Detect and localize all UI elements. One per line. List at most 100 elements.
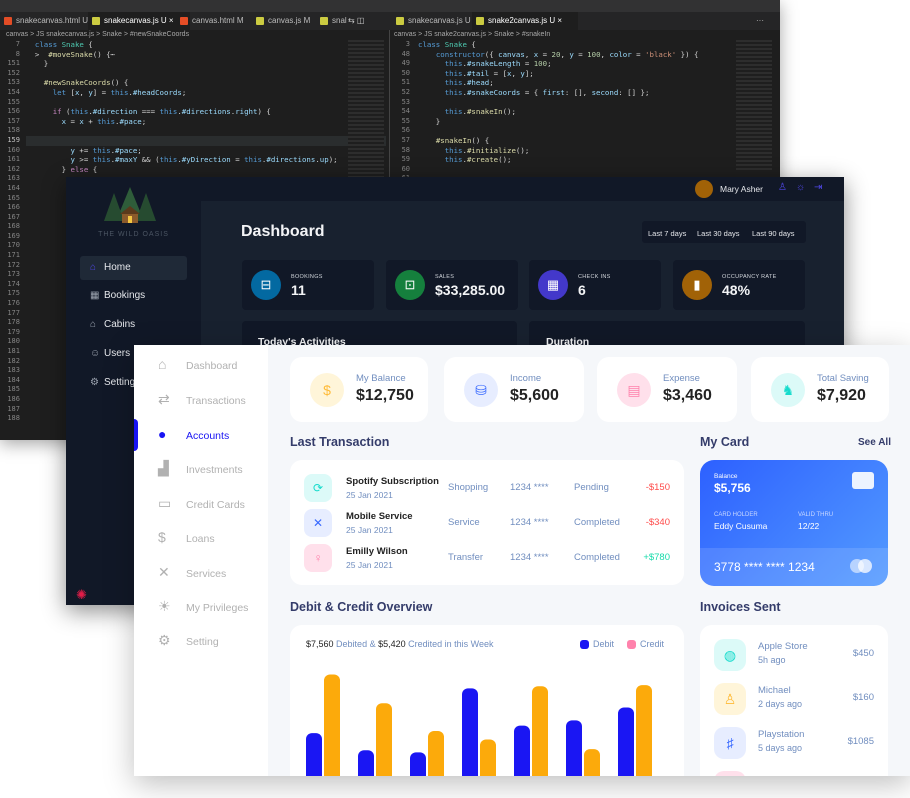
saving-card[interactable]: ♞ Total Saving $7,920 [751,357,889,422]
line-number: 186 [7,394,20,403]
list-item[interactable]: ◍ Apple Store 5h ago $450 [700,635,888,675]
nav-my-privileges[interactable]: ☀ My Privileges [158,596,248,616]
table-row[interactable]: ⟳ Spotify Subscription 25 Jan 2021 Shopp… [290,472,684,504]
right-code-pane[interactable]: class Snake { constructor({ canvas, x = … [418,40,698,165]
stat-sales: ⊡ SALES $33,285.00 [386,260,518,310]
line-number: 52 [401,87,410,96]
debit-bar[interactable] [566,720,582,776]
active-nav-indicator [134,419,138,451]
nav-accounts[interactable]: ● Accounts [158,424,229,444]
editor-tab[interactable]: snakecanvas.js U × [88,12,190,30]
sun-icon[interactable]: ☼ [796,182,805,193]
editor-tab[interactable]: snakecanvas.html U [0,12,100,30]
right-line-numbers: 3484950515253545556575859606162 [392,40,410,194]
current-line-highlight [26,136,386,146]
line-number: 173 [7,270,20,279]
line-number: 171 [7,251,20,260]
wild-oasis-logo [104,187,156,223]
html-file-icon [180,17,188,25]
debit-bar[interactable] [462,688,478,776]
last-transaction-title: Last Transaction [290,435,390,449]
investment-icon: ▟ [158,460,169,476]
line-number: 175 [7,289,20,298]
line-number: 158 [7,126,20,135]
user-name: Mary Asher [720,184,763,194]
dark-nav-cabins[interactable]: ⌂ Cabins [80,313,187,337]
debit-bar[interactable] [514,725,530,776]
nav-credit-cards[interactable]: ▭ Credit Cards [158,493,245,513]
editor-tab[interactable]: canvas.html M [176,12,264,30]
nav-investments[interactable]: ▟ Investments [158,458,243,478]
line-number: 168 [7,222,20,231]
debit-bar[interactable] [358,750,374,776]
stat-bookings: ⊟ BOOKINGS 11 [242,260,374,310]
debit-credit-bar-chart [306,674,652,776]
calendar-icon: ▦ [90,290,100,301]
filter-90-days[interactable]: Last 90 days [752,229,795,238]
nav-dashboard[interactable]: ⌂ Dashboard [158,354,237,374]
filter-7-days[interactable]: Last 7 days [648,229,686,238]
briefcase-icon: ⊟ [251,270,281,300]
credit-bar[interactable] [376,703,392,776]
left-minimap[interactable] [348,40,384,190]
right-breadcrumb[interactable]: canvas > JS snake2canvas.js > Snake > #s… [394,31,550,38]
split-editor-button[interactable]: ⇆ ◫ [346,12,380,30]
invoices-title: Invoices Sent [700,600,781,614]
logout-icon[interactable]: ⇥ [814,182,822,193]
editor-tab[interactable]: snake2canvas.js U × [472,12,578,30]
editor-tab[interactable]: snakecanvas.js U [392,12,484,30]
user-icon[interactable]: ♙ [778,182,787,193]
gear-icon: ⚙ [158,632,171,648]
avatar[interactable] [695,180,713,198]
see-all-link[interactable]: See All [858,437,891,448]
js-file-icon [256,17,264,25]
tools-icon: ✕ [304,509,332,537]
list-item[interactable]: ♯ Playstation 5 days ago $1085 [700,723,888,763]
list-item[interactable]: ♙ Michael 2 days ago $160 [700,679,888,719]
credit-bar[interactable] [636,685,652,776]
nav-services[interactable]: ✕ Services [158,562,226,582]
left-breadcrumb[interactable]: canvas > JS snakecanvas.js > Snake > #ne… [6,31,189,38]
dark-nav-bookings[interactable]: ▦ Bookings [80,284,187,308]
credit-bar[interactable] [532,686,548,776]
transfer-icon: ⇄ [158,391,170,407]
line-number: 7 [15,40,20,48]
overview-title: Debit & Credit Overview [290,600,433,614]
stat-occupancy: ▮ OCCUPANCY RATE 48% [673,260,805,310]
nav-loans[interactable]: $ Loans [158,527,215,547]
credit-bar[interactable] [584,749,600,776]
my-card-title: My Card [700,435,750,449]
filter-30-days[interactable]: Last 30 days [697,229,740,238]
credit-bar[interactable] [324,674,340,776]
dark-nav-home[interactable]: ⌂ Home [80,256,187,280]
editor-tab-bar: snakecanvas.html U snakecanvas.js U × ca… [0,12,780,30]
line-number: 174 [7,279,20,288]
income-card[interactable]: ⛁ Income $5,600 [444,357,584,422]
table-row[interactable]: ✕ Mobile Service 25 Jan 2021 Service 123… [290,507,684,539]
left-code-pane[interactable]: class Snake { > #moveSnake() {⋯ } #newSn… [26,40,338,174]
more-actions-button[interactable]: ··· [756,12,776,30]
person-icon: ♀ [304,544,332,572]
credit-bar[interactable] [428,731,444,776]
balance-card[interactable]: $ My Balance $12,750 [290,357,428,422]
table-row[interactable]: ♀ Emilly Wilson 25 Jan 2021 Transfer 123… [290,542,684,574]
line-number: 154 [7,87,20,96]
line-number: 185 [7,385,20,394]
nav-transactions[interactable]: ⇄ Transactions [158,389,246,409]
mastercard-icon [858,559,872,573]
debit-bar[interactable] [618,707,634,776]
credit-card-icon: ▭ [158,495,172,511]
overview-panel: $7,560 Debited & $5,420 Credited in this… [290,625,684,776]
credit-bar[interactable] [480,739,496,776]
line-number: 181 [7,347,20,355]
nav-setting[interactable]: ⚙ Setting [158,630,219,650]
right-minimap[interactable] [736,40,772,170]
debit-bar[interactable] [410,752,426,776]
line-number: 53 [401,97,410,106]
person-icon: ♙ [714,683,746,715]
credit-card[interactable]: Balance $5,756 CARD HOLDER Eddy Cusuma V… [700,460,888,586]
line-number: 58 [401,145,410,154]
debit-bar[interactable] [306,733,322,776]
expense-card[interactable]: ▤ Expense $3,460 [597,357,737,422]
line-number: 184 [7,375,20,384]
